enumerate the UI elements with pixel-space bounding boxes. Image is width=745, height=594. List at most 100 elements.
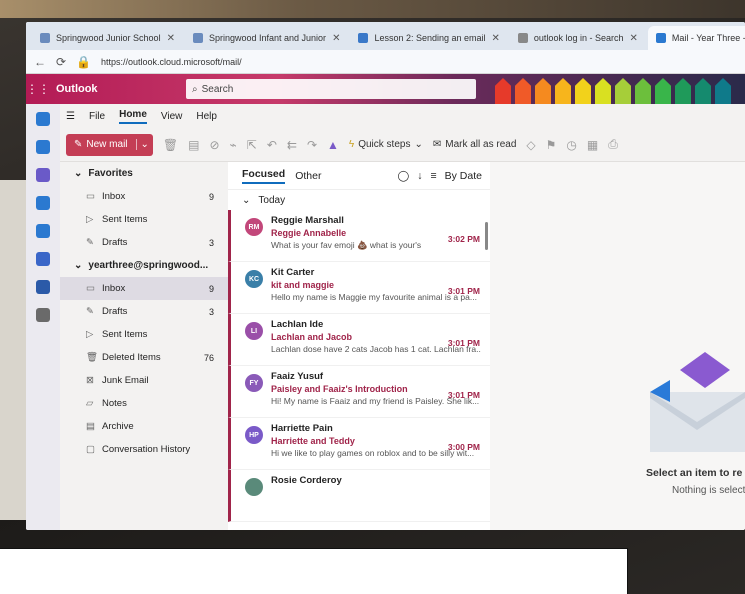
app-launcher-icon[interactable]: ⋮⋮ xyxy=(26,82,50,96)
toolbar: ✎ New mail ⌄ 🗑 ▤ ⊘ ⌁ ⇱ ↶ ⇇ ↷ ▲ ϟ Quick st… xyxy=(60,128,745,162)
browser-tab[interactable]: outlook log in - Search ✕ xyxy=(509,26,646,50)
reply-all-icon[interactable]: ⇇ xyxy=(287,138,297,152)
browser-tab-active[interactable]: Mail - Year Three - xyxy=(647,26,745,50)
tab-file[interactable]: File xyxy=(89,111,105,122)
chevron-down-icon[interactable]: ⌄ xyxy=(135,139,153,150)
archive-icon: ▤ xyxy=(86,421,95,432)
select-icon[interactable]: ◯ xyxy=(397,170,409,182)
rules-icon[interactable]: ▦ xyxy=(587,138,598,152)
teams-share-icon[interactable]: ▲ xyxy=(327,138,339,152)
archive-icon[interactable]: ▤ xyxy=(188,138,199,152)
favorites-header[interactable]: ⌄ Favorites xyxy=(60,162,228,185)
onedrive-icon[interactable] xyxy=(36,280,50,294)
browser-tab[interactable]: Lesson 2: Sending an email ✕ xyxy=(350,26,508,50)
compose-icon: ✎ xyxy=(74,139,83,150)
message-time: 3:01 PM xyxy=(447,338,480,348)
apps-icon[interactable] xyxy=(36,308,50,322)
folder-item[interactable]: ▢ Conversation History xyxy=(60,438,228,461)
message-item[interactable]: LI Lachlan Ide Lachlan and Jacob Lachlan… xyxy=(228,314,490,366)
tab-help[interactable]: Help xyxy=(196,111,217,122)
avatar: RM xyxy=(245,218,263,236)
folder-item[interactable]: ▱ Notes xyxy=(60,392,228,415)
message-sender: Harriette Pain xyxy=(271,423,333,434)
message-item[interactable]: HP Harriette Pain Harriette and Teddy Hi… xyxy=(228,418,490,470)
forward-icon[interactable]: ↷ xyxy=(307,138,317,152)
header-background-crayons xyxy=(495,74,745,104)
sweep-icon[interactable]: ⌁ xyxy=(230,138,237,152)
sort-direction-icon[interactable]: ↓ xyxy=(417,170,422,182)
avatar: FY xyxy=(245,374,263,392)
message-item[interactable]: KC Kit Carter kit and maggie Hello my na… xyxy=(228,262,490,314)
tab-view[interactable]: View xyxy=(161,111,183,122)
message-item[interactable]: Rosie Corderoy xyxy=(228,470,490,522)
filter-icon[interactable]: ≡ xyxy=(431,170,437,182)
new-mail-button[interactable]: ✎ New mail ⌄ xyxy=(66,133,153,156)
todo-icon[interactable] xyxy=(36,196,50,210)
avatar: HP xyxy=(245,426,263,444)
message-time: 3:01 PM xyxy=(447,286,480,296)
folder-item[interactable]: ▷ Sent Items xyxy=(60,208,228,231)
scrollbar[interactable] xyxy=(485,222,488,250)
folder-item[interactable]: ▤ Archive xyxy=(60,415,228,438)
message-item[interactable]: RM Reggie Marshall Reggie Annabelle What… xyxy=(228,210,490,262)
browser-tab[interactable]: Springwood Infant and Junior ✕ xyxy=(184,26,349,50)
folder-item-selected[interactable]: ▭ Inbox 9 xyxy=(60,277,228,300)
send-icon: ▷ xyxy=(86,214,94,225)
back-icon[interactable]: ← xyxy=(34,55,46,69)
teams-icon[interactable] xyxy=(36,252,50,266)
folder-item[interactable]: ✎ Drafts 3 xyxy=(60,300,228,323)
url-field[interactable]: https://outlook.cloud.microsoft/mail/ xyxy=(101,57,242,67)
envelope-open-icon: ✉ xyxy=(432,139,442,150)
site-icon xyxy=(192,33,203,43)
lightning-icon: ϟ xyxy=(348,139,355,150)
mark-all-read-button[interactable]: ✉ Mark all as read xyxy=(433,139,517,150)
print-icon[interactable]: ⎙ xyxy=(608,137,618,152)
chevron-down-icon: ⌄ xyxy=(414,139,423,150)
calendar-icon[interactable] xyxy=(36,140,50,154)
files-icon[interactable] xyxy=(36,224,50,238)
group-header[interactable]: ⌄ Today xyxy=(228,190,490,210)
inbox-icon: ▭ xyxy=(86,283,95,294)
people-icon[interactable] xyxy=(36,168,50,182)
folder-item[interactable]: ▷ Sent Items xyxy=(60,323,228,346)
message-sender: Kit Carter xyxy=(271,267,315,278)
lock-icon: 🔒 xyxy=(76,54,92,69)
trash-icon: 🗑 xyxy=(86,352,99,363)
flag-icon[interactable]: ⚑ xyxy=(546,138,557,152)
close-icon[interactable]: ✕ xyxy=(492,33,500,44)
search-input[interactable]: ⌕ Search xyxy=(186,79,476,99)
folder-item[interactable]: ▭ Inbox 9 xyxy=(60,185,228,208)
reading-pane: Select an item to re Nothing is selected xyxy=(490,162,745,530)
reply-icon[interactable]: ↶ xyxy=(267,138,277,152)
search-icon: ⌕ xyxy=(192,83,198,95)
message-sender: Lachlan Ide xyxy=(271,319,324,330)
tab-focused[interactable]: Focused xyxy=(242,168,286,184)
account-header[interactable]: ⌄ yearthree@springwood... xyxy=(60,254,228,277)
close-icon[interactable]: ✕ xyxy=(332,33,340,44)
sort-button[interactable]: By Date xyxy=(445,170,482,182)
message-item[interactable]: FY Faaiz Yusuf Paisley and Faaiz's Intro… xyxy=(228,366,490,418)
quick-steps-button[interactable]: ϟ Quick steps ⌄ xyxy=(349,139,423,150)
chevron-down-icon: ⌄ xyxy=(242,194,251,206)
tag-icon[interactable]: ◇ xyxy=(526,138,535,152)
report-icon[interactable]: ⊘ xyxy=(209,138,219,152)
clock-icon[interactable]: ◷ xyxy=(566,138,576,152)
tab-home[interactable]: Home xyxy=(119,109,147,124)
pencil-icon: ✎ xyxy=(86,306,94,317)
delete-icon[interactable]: 🗑 xyxy=(163,138,178,152)
folder-item[interactable]: 🗑 Deleted Items 76 xyxy=(60,346,228,369)
chevron-down-icon: ⌄ xyxy=(74,168,83,179)
app-rail xyxy=(26,104,60,530)
move-icon[interactable]: ⇱ xyxy=(247,138,257,152)
folder-item[interactable]: ✎ Drafts 3 xyxy=(60,231,228,254)
refresh-icon[interactable]: ⟳ xyxy=(56,55,66,69)
tab-other[interactable]: Other xyxy=(295,170,321,182)
outlook-icon xyxy=(655,33,666,43)
folder-item[interactable]: ⊠ Junk Email xyxy=(60,369,228,392)
close-icon[interactable]: ✕ xyxy=(167,33,175,44)
menu-icon[interactable]: ☰ xyxy=(66,111,75,122)
browser-tab[interactable]: Springwood Junior School ✕ xyxy=(32,26,183,50)
close-icon[interactable]: ✕ xyxy=(629,33,637,44)
mail-icon[interactable] xyxy=(36,112,50,126)
screen: Springwood Junior School ✕ Springwood Inf… xyxy=(26,22,745,530)
